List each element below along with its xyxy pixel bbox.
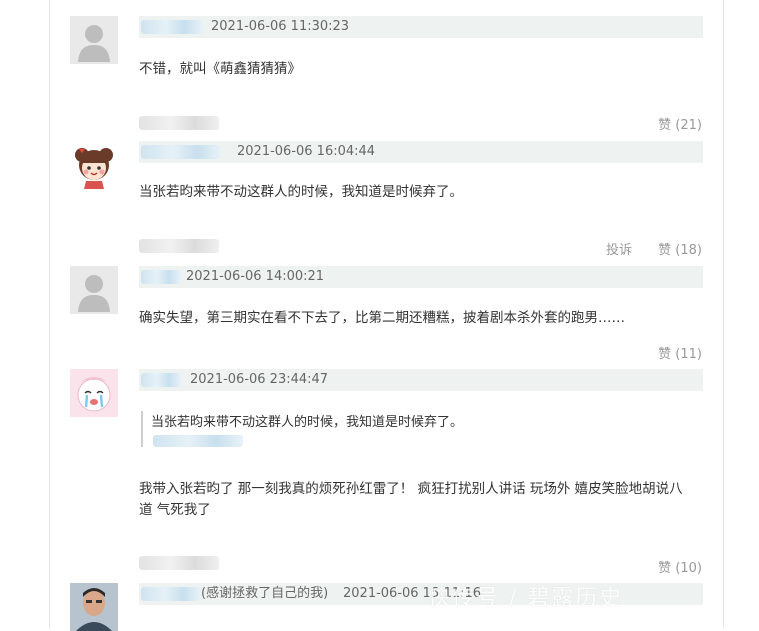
man-photo-avatar[interactable]: [70, 583, 118, 631]
comment-text-line2: 道 气死我了: [139, 502, 211, 518]
quoted-username-blurred[interactable]: [153, 435, 243, 447]
username-blurred[interactable]: [141, 20, 203, 34]
report-button[interactable]: 投诉: [606, 243, 632, 258]
like-button[interactable]: 赞 (18): [658, 243, 702, 258]
comment-actions: 赞 (11): [636, 343, 702, 362]
comment-meta: 2021-06-06 11:30:23: [139, 16, 703, 38]
nickname-suffix: (感谢拯救了自己的我): [201, 586, 329, 601]
blurred-label: [139, 239, 219, 253]
blurred-label: [139, 556, 219, 570]
comment-time: 2021-06-06 11:30:23: [211, 19, 350, 34]
comment-meta: 2021-06-06 16:04:44: [139, 141, 703, 163]
like-button[interactable]: 赞 (11): [658, 347, 702, 362]
quoted-text: 当张若昀来带不动这群人的时候，我知道是时候弃了。: [151, 415, 464, 430]
comment-text: 确实失望，第三期实在看不下去了，比第二期还糟糕，披着剧本杀外套的跑男……: [139, 310, 625, 326]
comment-text: 不错，就叫《萌鑫猜猜猜》: [139, 61, 301, 77]
username-blurred[interactable]: [141, 587, 201, 601]
comment-actions: 投诉 赞 (18): [584, 239, 702, 258]
comment-list: 2021-06-06 11:30:23 不错，就叫《萌鑫猜猜猜》 赞 (21) …: [49, 0, 724, 631]
username-blurred[interactable]: [141, 373, 181, 387]
user-silhouette-icon: [70, 16, 118, 64]
like-button[interactable]: 赞 (21): [658, 118, 702, 133]
user-silhouette-icon: [70, 266, 118, 314]
crying-cartoon-icon: [70, 369, 118, 417]
cartoon-girl-avatar[interactable]: [70, 141, 118, 189]
watermark-text: 快传号 / 碧露历史: [428, 586, 624, 611]
blurred-label: [139, 116, 219, 130]
cartoon-girl-icon: [70, 141, 118, 189]
comment-meta: 2021-06-06 14:00:21: [139, 266, 703, 288]
crying-cartoon-avatar[interactable]: [70, 369, 118, 417]
default-avatar[interactable]: [70, 16, 118, 64]
default-avatar[interactable]: [70, 266, 118, 314]
quoted-comment: 当张若昀来带不动这群人的时候，我知道是时候弃了。: [141, 411, 671, 447]
comment-time: 2021-06-06 16:04:44: [237, 144, 376, 159]
comment-actions: 赞 (10): [636, 557, 702, 576]
comment-actions: 赞 (21): [636, 114, 702, 133]
like-button[interactable]: 赞 (10): [658, 561, 702, 576]
man-photo-icon: [70, 583, 118, 631]
comment-text-line1: 我带入张若昀了 那一刻我真的烦死孙红雷了！ 疯狂打扰别人讲话 玩场外 嬉皮笑脸地…: [139, 481, 683, 497]
comment-meta: 2021-06-06 23:44:47: [139, 369, 703, 391]
comment-text: 当张若昀来带不动这群人的时候，我知道是时候弃了。: [139, 184, 463, 200]
comment-time: 2021-06-06 14:00:21: [186, 269, 325, 284]
username-blurred[interactable]: [141, 270, 181, 284]
comment-time: 2021-06-06 23:44:47: [190, 372, 329, 387]
username-blurred[interactable]: [141, 145, 221, 159]
